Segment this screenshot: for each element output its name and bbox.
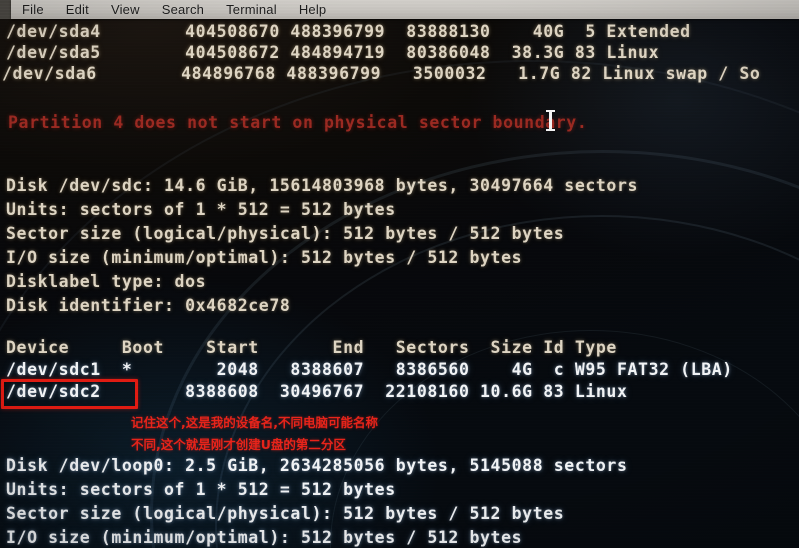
terminal-line-sda4: /dev/sda4 404508670 488396799 83888130 4… xyxy=(6,22,691,41)
terminal-line-sdc-disk: Disk /dev/sdc: 14.6 GiB, 15614803968 byt… xyxy=(6,176,639,195)
terminal-table-row-sdc2: /dev/sdc2 8388608 30496767 22108160 10.6… xyxy=(6,382,628,401)
terminal-line-sdc-units: Units: sectors of 1 * 512 = 512 bytes xyxy=(6,200,396,219)
menu-item-file[interactable]: File xyxy=(22,2,44,17)
menu-item-help[interactable]: Help xyxy=(299,2,327,17)
annotation-note-line-2: 不同,这个就是刚才创建U盘的第二分区 xyxy=(131,437,346,452)
terminal-line-loop0-sectorsize: Sector size (logical/physical): 512 byte… xyxy=(6,504,565,523)
menu-item-edit[interactable]: Edit xyxy=(66,2,89,17)
terminal-line-sdc-disklabel: Disklabel type: dos xyxy=(6,272,207,291)
terminal-line-sda6: /dev/sda6 484896768 488396799 3500032 1.… xyxy=(2,64,761,83)
terminal-output[interactable]: /dev/sda4 404508670 488396799 83888130 4… xyxy=(0,19,799,548)
terminal-table-header: Device Boot Start End Sectors Size Id Ty… xyxy=(6,338,617,357)
terminal-line-loop0-units: Units: sectors of 1 * 512 = 512 bytes xyxy=(6,480,396,499)
window-edge xyxy=(0,0,11,19)
terminal-line-sdc-iosize: I/O size (minimum/optimal): 512 bytes / … xyxy=(6,248,523,267)
menu-item-search[interactable]: Search xyxy=(162,2,204,17)
menu-item-terminal[interactable]: Terminal xyxy=(226,2,277,17)
menu-item-view[interactable]: View xyxy=(111,2,140,17)
terminal-line-sdc-sectorsize: Sector size (logical/physical): 512 byte… xyxy=(6,224,565,243)
terminal-line-sdc-identifier: Disk identifier: 0x4682ce78 xyxy=(6,296,291,315)
terminal-warning-line: Partition 4 does not start on physical s… xyxy=(8,113,588,132)
menu-bar: File Edit View Search Terminal Help xyxy=(11,0,799,19)
terminal-line-loop0-iosize: I/O size (minimum/optimal): 512 bytes / … xyxy=(6,528,523,547)
terminal-screenshot-photo: File Edit View Search Terminal Help /dev… xyxy=(0,0,799,548)
annotation-note-line-1: 记住这个,这是我的设备名,不同电脑可能名称 xyxy=(131,415,378,430)
terminal-table-row-sdc1: /dev/sdc1 * 2048 8388607 8386560 4G c W9… xyxy=(6,360,733,379)
terminal-line-loop0-disk: Disk /dev/loop0: 2.5 GiB, 2634285056 byt… xyxy=(6,456,628,475)
terminal-line-sda5: /dev/sda5 404508672 484894719 80386048 3… xyxy=(6,43,660,62)
